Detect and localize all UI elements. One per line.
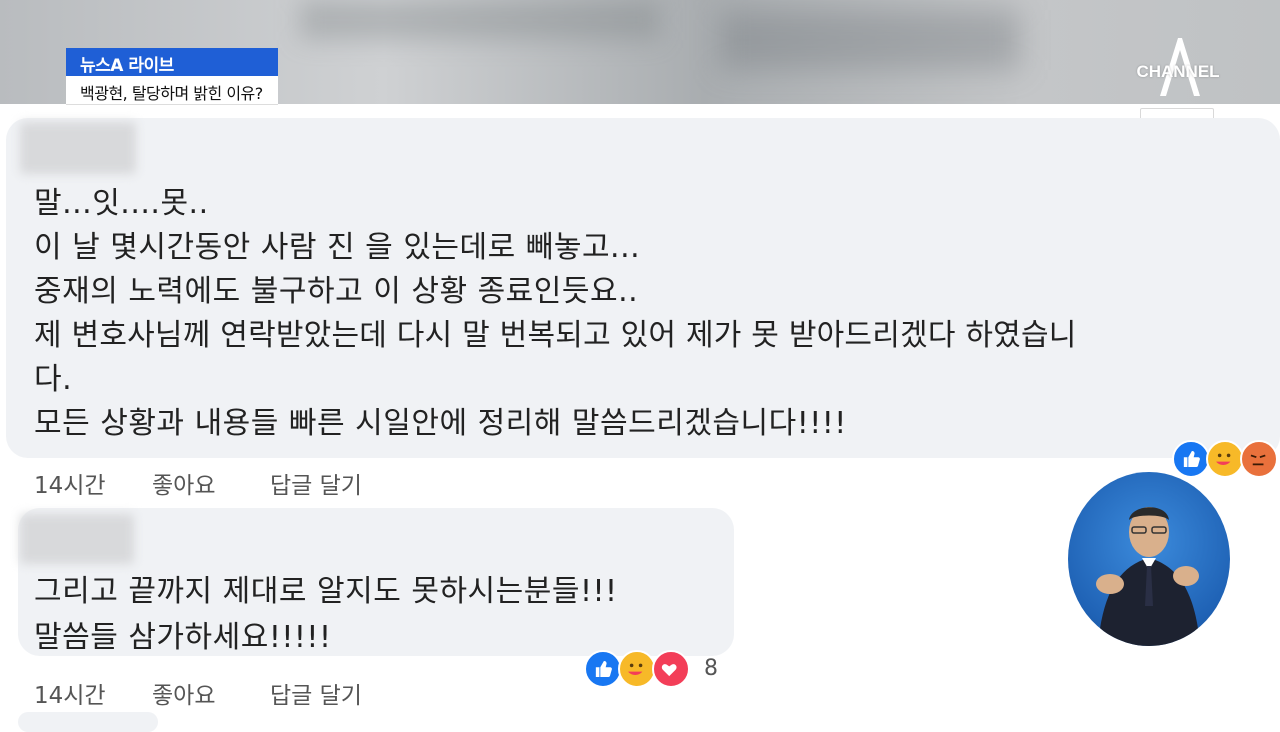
reaction-summary[interactable]: [1172, 440, 1280, 480]
commenter-name-blurred: [20, 122, 136, 174]
comment-line: 말...잇....못..: [34, 186, 209, 221]
program-name: 뉴스A 라이브: [80, 56, 174, 76]
like-link[interactable]: 좋아요: [152, 466, 215, 500]
reply-link[interactable]: 답글 달기: [270, 466, 362, 500]
commenter-name-blurred: [20, 514, 134, 564]
program-tag: 뉴스A 라이브: [66, 48, 278, 76]
like-link[interactable]: 좋아요: [152, 676, 215, 710]
like-icon: [584, 650, 622, 688]
headline-box: 백광현, 탈당하며 밝힌 이유?: [66, 76, 278, 105]
next-comment-bubble: [18, 712, 158, 732]
comment-line: 다.: [34, 362, 73, 397]
comment-line: 이 날 몇시간동안 사람 진 을 있는데로 빼놓고...: [34, 230, 641, 265]
care-icon: [1206, 440, 1244, 478]
like-icon: [1172, 440, 1210, 478]
love-icon: [652, 650, 690, 688]
comment-line: 제 변호사님께 연락받았는데 다시 말 번복되고 있어 제가 못 받아드리겠다 …: [34, 318, 1077, 353]
headline-text: 백광현, 탈당하며 밝힌 이유?: [80, 84, 263, 103]
comment-time: 14시간: [34, 473, 106, 499]
comment-line: 그리고 끝까지 제대로 알지도 못하시는분들!!!: [34, 574, 618, 609]
reaction-count: 8: [704, 656, 718, 681]
comment-line: 말씀들 삼가하세요!!!!!: [34, 620, 332, 655]
reply-link[interactable]: 답글 달기: [270, 676, 362, 710]
care-icon: [618, 650, 656, 688]
channel-a-logo: CHANNEL: [1130, 36, 1226, 98]
angry-icon: [1240, 440, 1278, 478]
comment-line: 중재의 노력에도 불구하고 이 상황 종료인듯요..: [34, 274, 639, 309]
comment-line: 모든 상황과 내용들 빠른 시일안에 정리해 말씀드리겠습니다!!!!: [34, 406, 847, 441]
channel-logo-text: CHANNEL: [1136, 62, 1220, 81]
interpreter-person-icon: [1096, 507, 1200, 646]
comment-time: 14시간: [34, 683, 106, 709]
reaction-summary[interactable]: 8: [584, 650, 734, 690]
sign-language-interpreter: [1068, 472, 1230, 646]
